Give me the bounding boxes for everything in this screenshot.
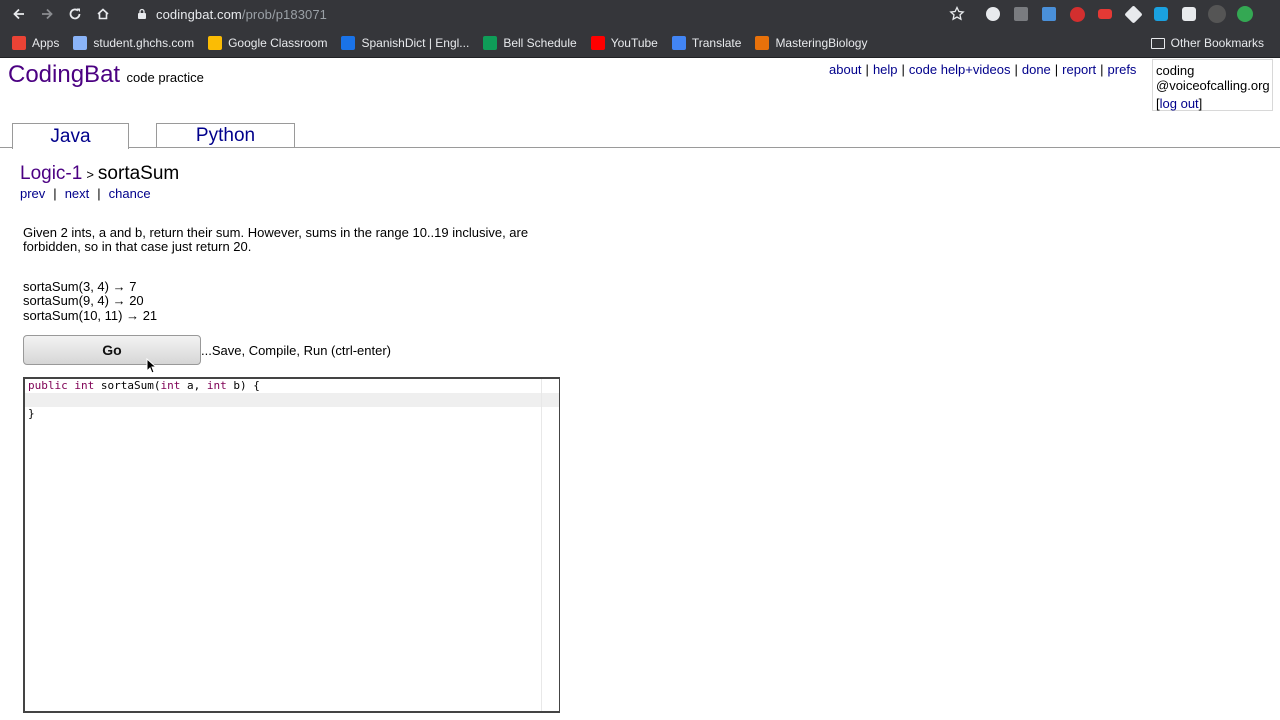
user-box: coding @voiceofcalling.org [log out] [1152, 59, 1273, 111]
bookmarks-bar: Apps student.ghchs.com Google Classroom Spa… [0, 28, 1280, 58]
bookmark-star-icon[interactable] [948, 5, 966, 23]
bookmark-item[interactable]: Bell Schedule [477, 28, 584, 58]
examples: sortaSum(3, 4) → 7 sortaSum(9, 4) → 20 s… [23, 279, 158, 323]
chance-link[interactable]: chance [109, 186, 151, 201]
extension-blue-icon[interactable] [1038, 3, 1060, 25]
bookmark-item[interactable]: MasteringBiology [749, 28, 875, 58]
editor-print-margin [541, 379, 542, 711]
translate-icon [671, 35, 686, 50]
bookmark-item[interactable]: Translate [666, 28, 750, 58]
bookmark-item[interactable]: Google Classroom [202, 28, 335, 58]
code-line-3: } [28, 407, 35, 420]
reload-icon[interactable] [61, 0, 89, 28]
youtube-icon [590, 35, 605, 50]
lock-icon [138, 8, 146, 19]
back-icon[interactable] [5, 0, 33, 28]
user-line1: coding [1156, 63, 1195, 78]
tab-java[interactable]: Java [12, 123, 129, 149]
example-line: sortaSum(10, 11) → 21 [23, 307, 158, 323]
code-editor[interactable]: public int sortaSum(int a, int b) { } [23, 377, 560, 713]
home-icon[interactable] [89, 0, 117, 28]
extension-shield-icon[interactable] [1150, 3, 1172, 25]
folder-icon [1150, 37, 1165, 49]
extension-help-icon[interactable] [982, 3, 1004, 25]
bookmark-item[interactable]: YouTube [585, 28, 666, 58]
profile-icon[interactable] [1234, 3, 1256, 25]
help-link[interactable]: help [873, 62, 898, 77]
extension-red-icon[interactable] [1094, 3, 1116, 25]
tab-python[interactable]: Python [156, 123, 295, 148]
extensions-bar [982, 0, 1256, 28]
go-hint: ...Save, Compile, Run (ctrl-enter) [201, 343, 392, 358]
about-link[interactable]: about [829, 62, 862, 77]
next-link[interactable]: next [65, 186, 90, 201]
masteringbiology-icon [755, 35, 770, 50]
breadcrumb-separator: > [86, 167, 94, 182]
go-button[interactable]: Go [23, 335, 201, 365]
problem-title: sortaSum [97, 163, 180, 184]
code-line-2 [25, 393, 559, 407]
extension-avatar-icon[interactable] [1206, 3, 1228, 25]
other-bookmarks[interactable]: Other Bookmarks [1145, 28, 1272, 58]
prefs-link[interactable]: prefs [1108, 62, 1137, 77]
top-links: about | help | code help+videos | done | report |… [829, 62, 1137, 77]
bookmark-item[interactable]: student.ghchs.com [67, 28, 202, 58]
extension-diamond-icon[interactable] [1122, 3, 1144, 25]
problem-nav: prev | next | chance [20, 186, 151, 201]
page: CodingBat code practice about | help | code … [0, 58, 1280, 720]
code-help-videos-link[interactable]: code help+videos [909, 62, 1011, 77]
site-logo[interactable]: CodingBat code practice [8, 61, 204, 89]
bookmark-item[interactable]: Apps [6, 28, 67, 58]
forward-icon[interactable] [33, 0, 61, 28]
report-link[interactable]: report [1062, 62, 1096, 77]
bookmark-item[interactable]: SpanishDict | Engl... [335, 28, 477, 58]
user-line2: @voiceofcalling.org [1156, 78, 1270, 93]
extension-pen-icon[interactable] [1010, 3, 1032, 25]
logout-link[interactable]: log out [1160, 96, 1199, 111]
mouse-cursor-icon [146, 358, 156, 374]
folder-icon [73, 35, 88, 50]
url-text: codingbat.com/prob/p183071 [156, 6, 328, 22]
done-link[interactable]: done [1022, 62, 1051, 77]
google-classroom-icon [208, 35, 223, 50]
code-line-1: public int sortaSum(int a, int b) { [28, 379, 260, 392]
spanishdict-icon [341, 35, 356, 50]
prev-link[interactable]: prev [20, 186, 45, 201]
bell-schedule-icon [483, 35, 498, 50]
example-line: sortaSum(3, 4) → 7 [23, 279, 137, 294]
browser-toolbar: codingbat.com/prob/p183071 [0, 0, 1280, 28]
section-link[interactable]: Logic-1 [20, 163, 82, 184]
address-bar[interactable]: codingbat.com/prob/p183071 [128, 0, 976, 28]
extension-vpn-icon[interactable] [1178, 3, 1200, 25]
adblock-icon[interactable] [1066, 3, 1088, 25]
brand-name: CodingBat [8, 61, 121, 88]
brand-tagline: code practice [126, 70, 204, 85]
breadcrumb: Logic-1 > sortaSum [20, 163, 179, 185]
problem-description: Given 2 ints, a and b, return their sum.… [23, 225, 529, 254]
example-line: sortaSum(9, 4) → 20 [23, 293, 144, 309]
apps-grid-icon [12, 35, 26, 50]
